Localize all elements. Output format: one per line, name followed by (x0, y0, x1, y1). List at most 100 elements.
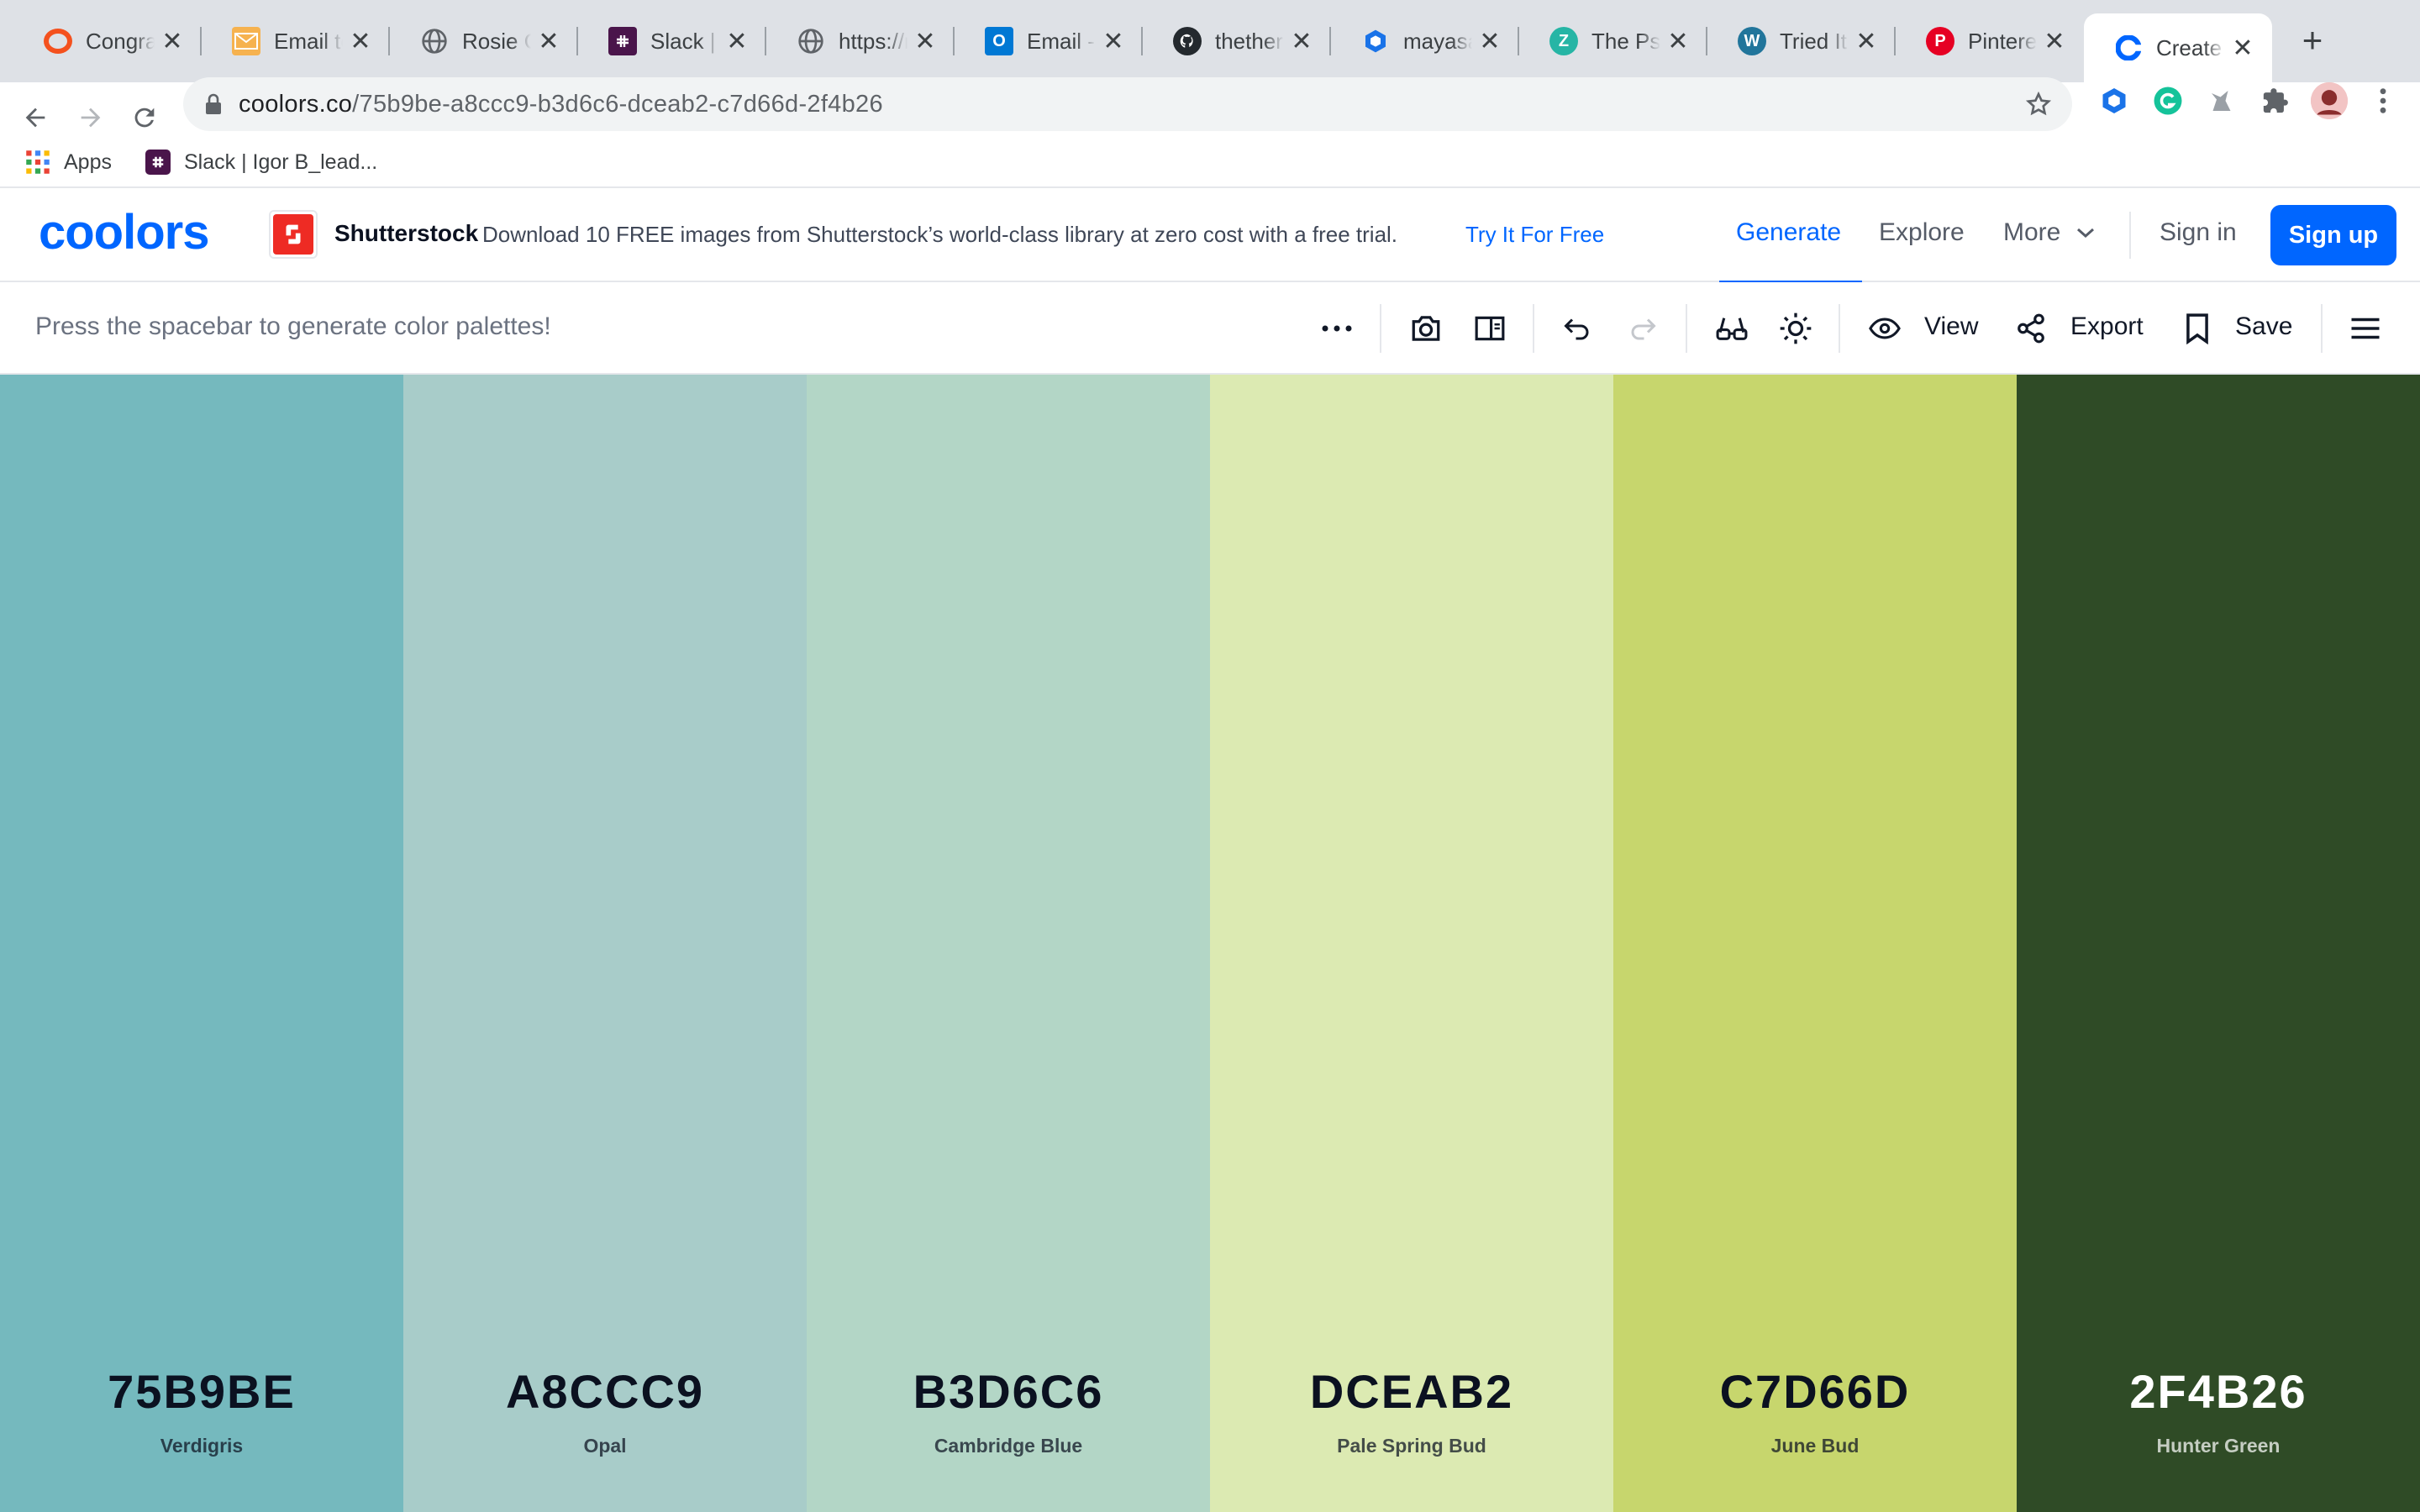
color-blindness-button[interactable] (1714, 311, 1749, 346)
browser-tab[interactable]: O Email - M✕ (955, 10, 1143, 72)
swatch-color-name[interactable]: Opal (403, 1435, 807, 1457)
spacebar-hint: Press the spacebar to generate color pal… (35, 312, 551, 340)
browser-tab[interactable]: mayasaf✕ (1331, 10, 1519, 72)
profile-avatar[interactable] (2311, 82, 2348, 119)
close-tab-icon[interactable]: ✕ (913, 27, 938, 56)
swatch-color-name[interactable]: Hunter Green (2017, 1435, 2420, 1457)
coolors-logo[interactable]: coolors (39, 207, 232, 262)
ad-cta-link[interactable]: Try It For Free (1465, 222, 1604, 248)
swatch-hex-code[interactable]: 2F4B26 (2017, 1364, 2420, 1419)
sign-up-button[interactable]: Sign up (2270, 205, 2396, 265)
color-swatch[interactable]: A8CCC9 Opal (403, 375, 807, 1512)
swatch-color-name[interactable]: Cambridge Blue (807, 1435, 1210, 1457)
color-swatch[interactable]: 2F4B26 Hunter Green (2017, 375, 2420, 1512)
tab-title: Email - M (1027, 28, 1096, 54)
view-button-icon-wrap[interactable] (1867, 311, 1902, 346)
reload-button[interactable] (124, 97, 165, 138)
tab-title: Create a (2156, 34, 2225, 60)
adjust-brightness-button[interactable] (1778, 311, 1813, 346)
undo-icon (1564, 318, 1589, 340)
browser-tab[interactable]: Email ter✕ (202, 10, 390, 72)
redo-button[interactable] (1625, 311, 1660, 346)
browser-tab[interactable]: Slack | *✕ (578, 10, 766, 72)
close-tab-icon[interactable]: ✕ (2042, 27, 2067, 56)
view-button[interactable]: View (1924, 312, 1978, 341)
star-bookmark-icon[interactable] (2025, 91, 2052, 118)
hexagon-icon (1361, 27, 1390, 55)
close-tab-icon[interactable]: ✕ (1477, 27, 1502, 56)
browser-menu-button[interactable] (2365, 82, 2402, 119)
z-icon: Z (1549, 27, 1578, 55)
url-path: /75b9be-a8ccc9-b3d6c6-dceab2-c7d66d-2f4b… (352, 90, 883, 118)
reload-icon (134, 108, 155, 128)
browser-tab[interactable]: Z The Psyc✕ (1519, 10, 1707, 72)
close-tab-icon[interactable]: ✕ (1665, 27, 1691, 56)
more-options-button[interactable] (1319, 311, 1355, 346)
swatch-hex-code[interactable]: B3D6C6 (807, 1364, 1210, 1419)
swatch-hex-code[interactable]: DCEAB2 (1210, 1364, 1613, 1419)
shutterstock-icon (286, 224, 301, 244)
logo-text: coolors (39, 207, 209, 260)
color-swatch[interactable]: C7D66D June Bud (1613, 375, 2017, 1512)
color-swatch[interactable]: B3D6C6 Cambridge Blue (807, 375, 1210, 1512)
tab-title: Pinterest (1968, 28, 2037, 54)
address-bar[interactable]: coolors.co/75b9be-a8ccc9-b3d6c6-dceab2-c… (183, 77, 2072, 131)
save-button[interactable]: Save (2235, 312, 2292, 341)
site-header: coolors Shutterstock Download 10 FREE im… (0, 186, 2420, 284)
close-tab-icon[interactable]: ✕ (2230, 34, 2255, 63)
avatar-icon (2311, 82, 2348, 119)
sign-in-link[interactable]: Sign in (2160, 218, 2237, 247)
lock-icon (206, 93, 221, 114)
browser-tab[interactable]: https://n✕ (766, 10, 955, 72)
browser-tab[interactable]: Rosie Oc✕ (390, 10, 578, 72)
export-button[interactable]: Export (2070, 312, 2144, 341)
export-button-icon-wrap[interactable] (2013, 311, 2049, 346)
swatch-hex-code[interactable]: 75B9BE (0, 1364, 403, 1419)
back-button[interactable] (15, 97, 55, 138)
browser-tab[interactable]: thethera✕ (1143, 10, 1331, 72)
close-tab-icon[interactable]: ✕ (160, 27, 185, 56)
swatch-hex-code[interactable]: A8CCC9 (403, 1364, 807, 1419)
swatch-color-name[interactable]: Verdigris (0, 1435, 403, 1457)
close-tab-icon[interactable]: ✕ (536, 27, 561, 56)
close-tab-icon[interactable]: ✕ (724, 27, 750, 56)
browser-tab[interactable]: Create a✕ (2084, 13, 2272, 82)
nav-explore[interactable]: Explore (1879, 218, 1965, 247)
save-button-icon-wrap[interactable] (2180, 311, 2215, 346)
shutterstock-logo[interactable] (269, 210, 318, 259)
glasses-icon (1716, 318, 1748, 340)
swatch-color-name[interactable]: June Bud (1613, 1435, 2017, 1457)
grammarly-icon[interactable] (2149, 82, 2186, 119)
eye-icon (1869, 318, 1901, 339)
camera-icon (1412, 316, 1440, 341)
bookmark-slack[interactable]: Slack | Igor B_lead... (145, 150, 377, 175)
close-tab-icon[interactable]: ✕ (1101, 27, 1126, 56)
sun-icon (1780, 312, 1812, 344)
forward-button[interactable] (71, 97, 111, 138)
close-tab-icon[interactable]: ✕ (348, 27, 373, 56)
browser-tab[interactable]: W Tried It F✕ (1707, 10, 1896, 72)
extension-hexagon-icon[interactable] (2096, 82, 2133, 119)
color-swatch[interactable]: 75B9BE Verdigris (0, 375, 403, 1512)
undo-button[interactable] (1560, 311, 1595, 346)
nav-more[interactable]: More (2003, 218, 2096, 247)
color-swatch[interactable]: DCEAB2 Pale Spring Bud (1210, 375, 1613, 1512)
bookmark-label: Apps (64, 150, 112, 174)
tab-title: The Psyc (1591, 28, 1660, 54)
unicorn-extension-icon[interactable] (2203, 82, 2240, 119)
bookmark-apps[interactable]: Apps (25, 150, 112, 175)
browser-tab[interactable]: Congratu✕ (13, 10, 202, 72)
close-tab-icon[interactable]: ✕ (1854, 27, 1879, 56)
swatch-hex-code[interactable]: C7D66D (1613, 1364, 2017, 1419)
camera-button[interactable] (1408, 311, 1444, 346)
browser-tab[interactable]: P Pinterest✕ (1896, 10, 2084, 72)
swatch-color-name[interactable]: Pale Spring Bud (1210, 1435, 1613, 1457)
hamburger-menu-button[interactable] (2348, 311, 2383, 346)
new-tab-button[interactable]: + (2294, 22, 2331, 59)
palette-layout-button[interactable] (1472, 311, 1507, 346)
extensions-puzzle-icon[interactable] (2257, 82, 2294, 119)
close-tab-icon[interactable]: ✕ (1289, 27, 1314, 56)
hamburger-icon (2351, 318, 2380, 339)
nav-generate[interactable]: Generate (1736, 218, 1841, 247)
nav-divider (2129, 212, 2131, 259)
